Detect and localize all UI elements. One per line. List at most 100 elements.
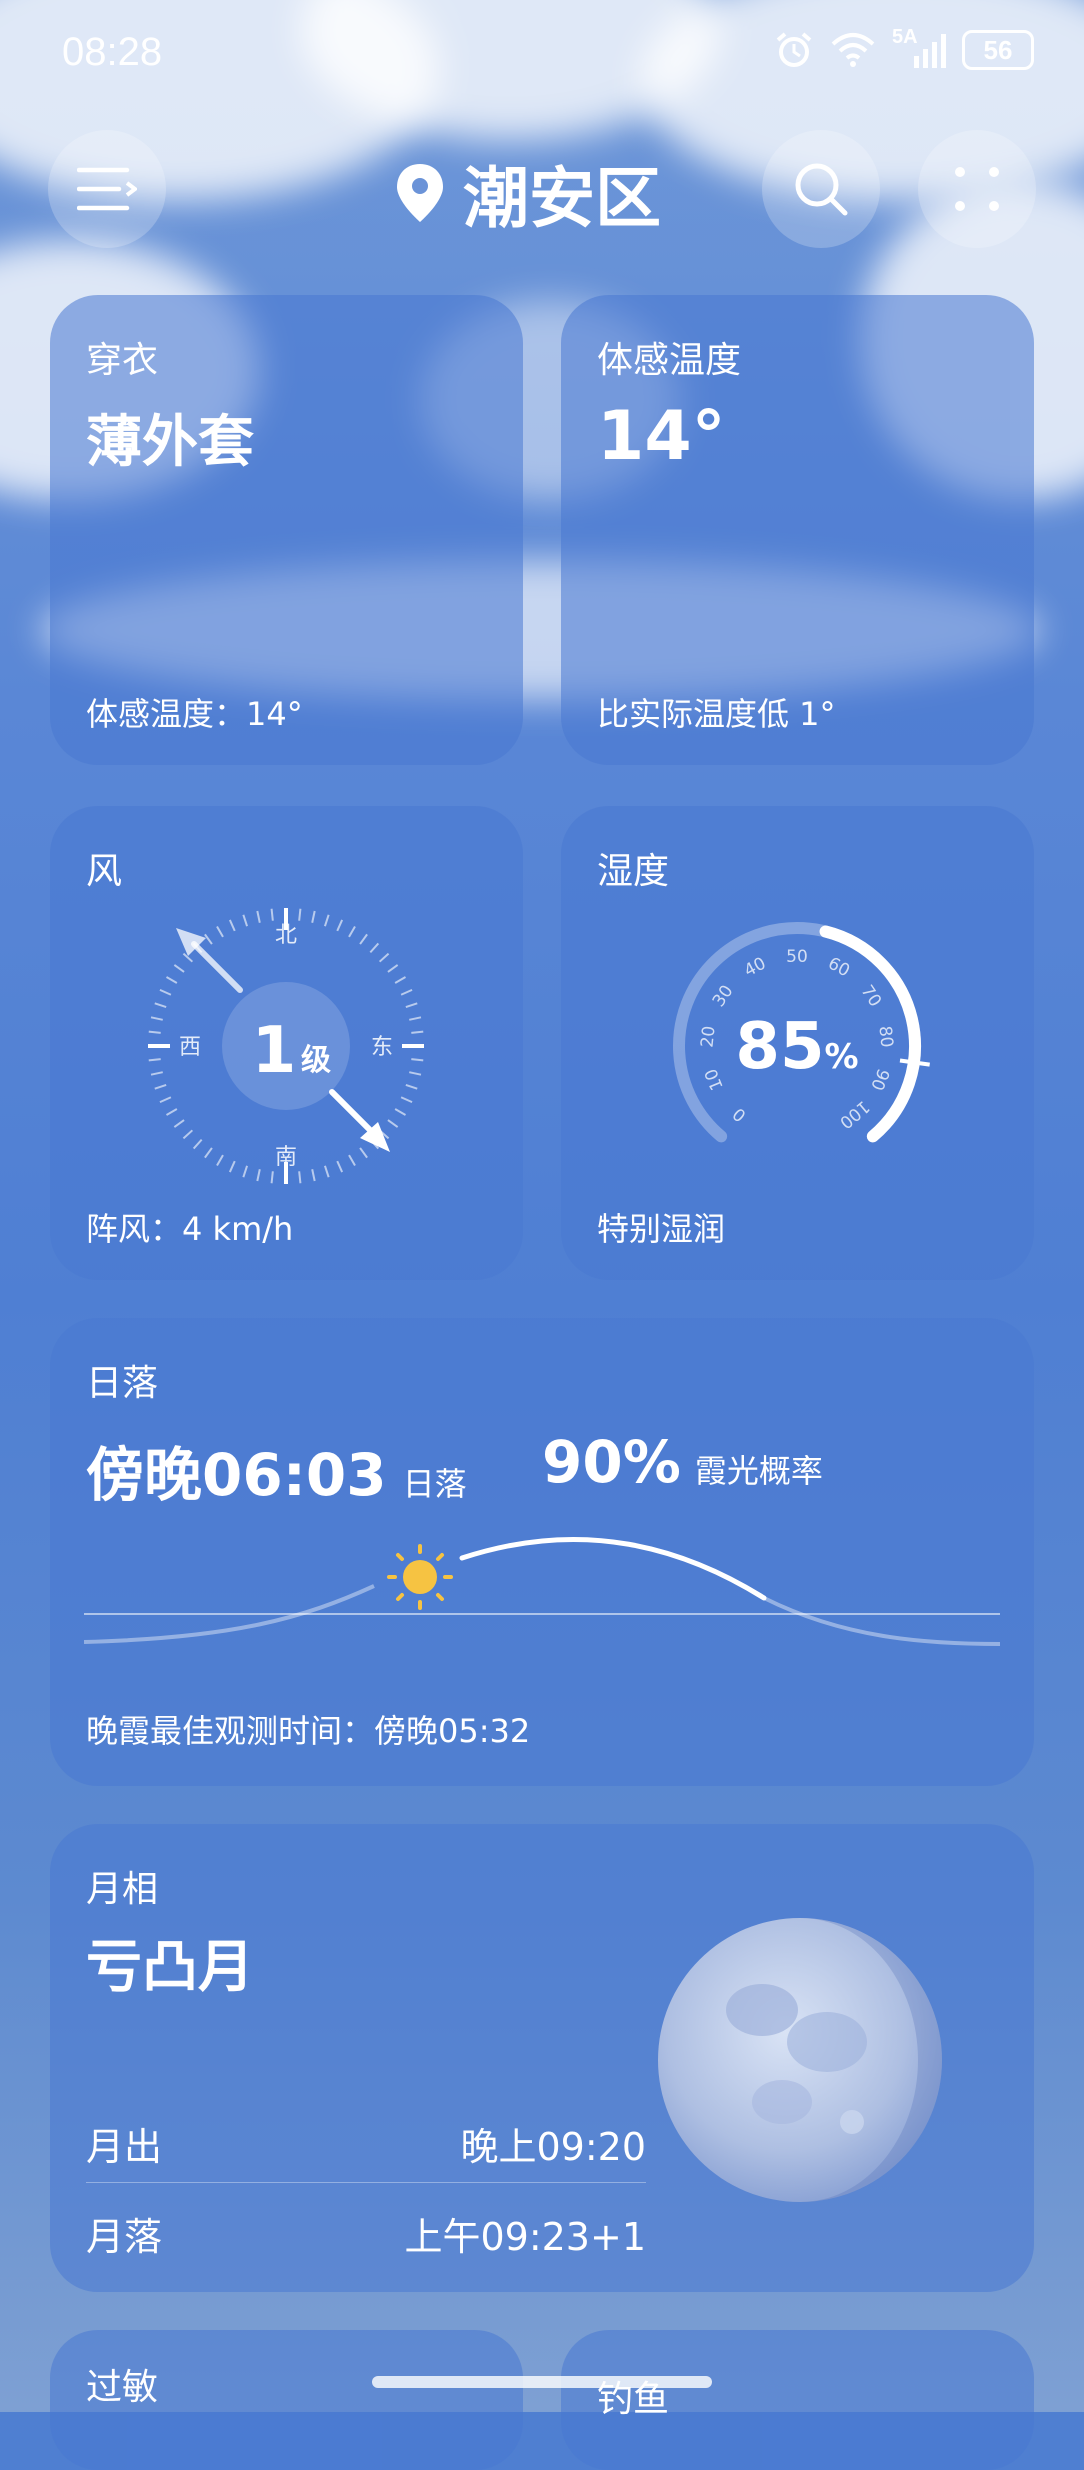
compass-tick <box>394 976 407 984</box>
location-name: 潮安区 <box>463 160 661 237</box>
glow-probability: 90% <box>542 1428 681 1496</box>
location-header[interactable]: 潮安区 <box>395 145 661 241</box>
moonset-time: 上午09:23+1 <box>404 2215 646 2259</box>
allergy-title: 过敏 <box>86 2367 159 2408</box>
compass-tick <box>359 933 368 945</box>
compass-tick <box>216 925 224 938</box>
sun-icon <box>387 1544 453 1610</box>
compass-tick <box>270 908 274 921</box>
compass-tick <box>311 1169 316 1182</box>
compass-tick <box>336 1160 344 1173</box>
compass-tick <box>192 1138 203 1150</box>
compass-tick <box>323 1165 330 1178</box>
compass-tick <box>216 1154 224 1167</box>
humidity-card[interactable]: 湿度 0 10 20 30 40 50 60 70 80 90 100 85% 特别湿润 <box>561 806 1034 1280</box>
wind-level-unit: 级 <box>301 1043 331 1078</box>
search-icon <box>795 163 848 216</box>
humidity-unit: % <box>824 1037 858 1077</box>
moonrise-time: 晚上09:20 <box>460 2125 646 2169</box>
humidity-footer: 特别湿润 <box>597 1210 726 1248</box>
compass-tick <box>182 1129 194 1140</box>
compass-tick <box>148 1058 161 1062</box>
compass-west: 西 <box>179 1035 201 1060</box>
feels-like-footer: 比实际温度低 1° <box>597 695 836 733</box>
moon-card[interactable]: 月相 亏凸月 月出 晚上09:20 月落 上午09:23+1 <box>50 1824 1034 2292</box>
humidity-value-text: 85% <box>735 1010 858 1084</box>
sun-path-chart <box>84 1536 1001 1646</box>
humidity-tick-label: 50 <box>786 947 808 967</box>
humidity-tick-label: 30 <box>709 982 738 1011</box>
humidity-tick-label: 70 <box>856 982 885 1011</box>
humidity-value: 85 <box>735 1010 824 1084</box>
compass-south: 南 <box>275 1145 297 1170</box>
humidity-tick-label: 60 <box>825 954 853 982</box>
wind-card[interactable]: 风 北 南 东 西 1 级 阵风：4 km/h <box>50 806 523 1280</box>
compass-tick <box>348 1154 356 1167</box>
menu-button[interactable] <box>48 130 166 248</box>
compass-tick <box>173 964 185 973</box>
compass-tick <box>173 1119 185 1128</box>
compass-tick <box>336 919 344 932</box>
compass-tick <box>411 1030 424 1034</box>
wind-compass: 北 南 东 西 1 级 <box>148 908 424 1184</box>
fishing-card[interactable]: 钓鱼 <box>561 2330 1034 2470</box>
compass-tick <box>154 1002 167 1009</box>
more-button[interactable] <box>918 130 1036 248</box>
clothing-footer: 体感温度：14° <box>86 695 303 733</box>
wind-title: 风 <box>86 851 123 892</box>
feels-like-value: 14° <box>597 397 726 476</box>
status-time: 08:28 <box>62 30 163 74</box>
search-button[interactable] <box>762 130 880 248</box>
compass-tick <box>323 914 330 927</box>
wind-level-number: 1 <box>252 1014 297 1088</box>
compass-tick <box>348 925 356 938</box>
compass-tick <box>409 1071 422 1076</box>
humidity-gauge: 010 20 3040 50 6070 80 90100 85% <box>673 922 930 1143</box>
humidity-tick-label: 20 <box>697 1025 719 1049</box>
compass-tick <box>400 1096 413 1104</box>
humidity-title: 湿度 <box>597 851 670 892</box>
clothing-title: 穿衣 <box>86 340 159 381</box>
humidity-tick-label: 100 <box>835 1096 873 1132</box>
compass-tick <box>242 1165 249 1178</box>
moon-image <box>658 1918 942 2202</box>
compass-tick <box>165 976 178 984</box>
allergy-card[interactable]: 过敏 <box>50 2330 523 2470</box>
menu-icon <box>77 167 137 211</box>
clothing-value: 薄外套 <box>86 410 254 475</box>
feels-like-title: 体感温度 <box>597 340 742 381</box>
compass-east: 东 <box>371 1035 393 1060</box>
compass-tick <box>409 1016 422 1021</box>
compass-tick <box>159 988 172 996</box>
moon-title: 月相 <box>86 1869 159 1910</box>
cellular-signal-icon: 5A <box>892 26 946 70</box>
compass-tick <box>400 988 413 996</box>
location-pin-icon <box>397 164 443 222</box>
compass-tick <box>228 919 236 932</box>
humidity-tick-label: 0 <box>729 1103 750 1125</box>
feels-like-card[interactable]: 体感温度 14° 比实际温度低 1° <box>561 295 1034 765</box>
sunset-time-label: 日落 <box>402 1465 467 1503</box>
compass-tick <box>405 1002 418 1009</box>
compass-tick <box>411 1058 424 1062</box>
alarm-icon <box>776 32 812 67</box>
compass-tick <box>204 1147 213 1159</box>
compass-tick <box>270 1171 274 1184</box>
humidity-tick-label: 90 <box>866 1066 893 1094</box>
clothing-card[interactable]: 穿衣 薄外套 体感温度：14° <box>50 295 523 765</box>
compass-tick <box>378 952 390 963</box>
sunset-card[interactable]: 日落 傍晚06:03 日落 90% 霞光概率 晚霞最佳观测时间：傍晚05:32 <box>50 1318 1034 1786</box>
glow-probability-label: 霞光概率 <box>694 1452 823 1490</box>
compass-tick <box>150 1016 163 1021</box>
humidity-tick-label: 80 <box>874 1025 896 1049</box>
glow-probability-row: 90% 霞光概率 <box>542 1428 823 1496</box>
status-bar: 08:28 5A 56 <box>0 0 1084 110</box>
sunset-time-row: 傍晚06:03 日落 <box>86 1428 467 1512</box>
compass-tick <box>154 1083 167 1090</box>
sunset-time: 傍晚06:03 <box>86 1441 387 1509</box>
status-icons: 5A 56 <box>774 26 1034 70</box>
battery-indicator: 56 <box>962 30 1034 70</box>
home-indicator[interactable] <box>372 2376 712 2388</box>
compass-tick <box>359 1147 368 1159</box>
compass-tick <box>165 1108 178 1116</box>
